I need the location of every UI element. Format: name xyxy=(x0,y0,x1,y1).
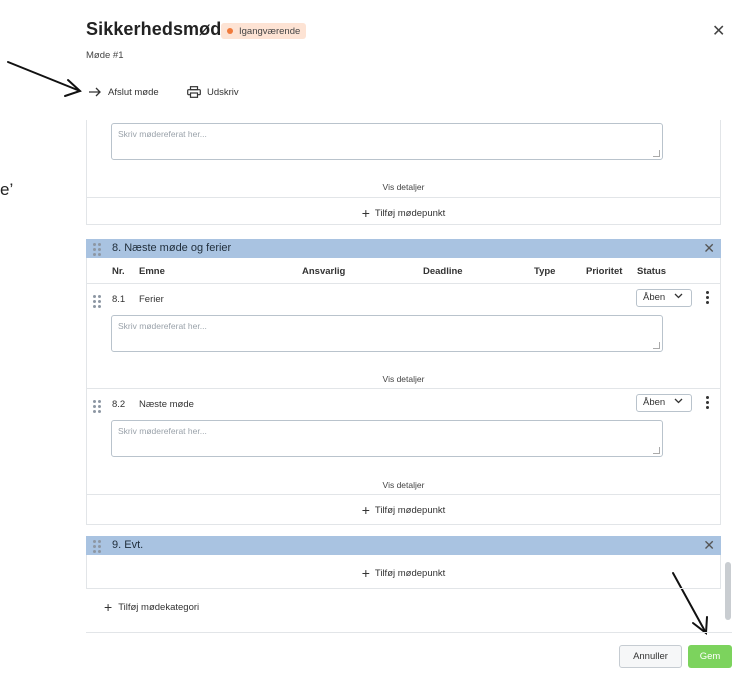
column-header-ansvarlig: Ansvarlig xyxy=(302,266,346,277)
printer-icon xyxy=(187,86,201,98)
save-button[interactable]: Gem xyxy=(688,645,732,668)
drag-handle-icon[interactable] xyxy=(93,400,101,413)
chevron-down-icon xyxy=(674,293,683,299)
status-select[interactable]: Åben xyxy=(636,394,692,412)
plus-icon: + xyxy=(361,205,370,221)
cancel-button[interactable]: Annuller xyxy=(619,645,682,668)
item-subject: Næste møde xyxy=(139,399,194,410)
status-select-value: Åben xyxy=(643,397,666,408)
divider xyxy=(86,388,721,389)
resize-handle-icon[interactable] xyxy=(653,342,660,349)
close-icon[interactable]: ✕ xyxy=(703,537,715,554)
add-item-label: Tilføj mødepunkt xyxy=(374,208,446,219)
column-header-type: Type xyxy=(534,266,556,277)
more-options-icon[interactable] xyxy=(702,291,712,305)
end-meeting-label: Afslut møde xyxy=(108,86,159,98)
plus-icon: + xyxy=(361,565,370,581)
background-text-fragment: e’ xyxy=(0,180,14,199)
notes-textarea[interactable]: Skriv mødereferat her... xyxy=(111,420,663,457)
show-details-link[interactable]: Vis detaljer xyxy=(86,480,721,490)
print-label: Udskriv xyxy=(207,86,239,98)
agenda-scroll-area[interactable]: Skriv mødereferat her... Vis detaljer + T… xyxy=(86,120,721,628)
drag-handle-icon[interactable] xyxy=(93,540,101,553)
divider xyxy=(86,197,721,198)
close-icon[interactable]: ✕ xyxy=(712,21,725,41)
arrow-right-icon xyxy=(89,87,101,97)
category-header-8[interactable]: 8. Næste møde og ferier ✕ xyxy=(86,239,721,258)
footer-divider xyxy=(86,632,732,633)
column-header-emne: Emne xyxy=(139,266,165,277)
page-title: Sikkerhedsmøde xyxy=(86,19,232,39)
column-header-deadline: Deadline xyxy=(423,266,463,277)
column-headers: Nr. Emne Ansvarlig Deadline Type Priorit… xyxy=(86,266,721,278)
add-item-label: Tilføj mødepunkt xyxy=(374,568,446,579)
status-badge: Igangværende xyxy=(221,23,307,39)
add-item-button[interactable]: + Tilføj mødepunkt xyxy=(86,205,721,221)
drag-handle-icon[interactable] xyxy=(93,295,101,308)
add-item-label: Tilføj mødepunkt xyxy=(374,505,446,516)
drag-handle-icon[interactable] xyxy=(93,243,101,256)
notes-placeholder: Skriv mødereferat her... xyxy=(118,321,207,331)
notes-placeholder: Skriv mødereferat her... xyxy=(118,426,207,436)
column-header-prioritet: Prioritet xyxy=(586,266,623,277)
status-badge-label: Igangværende xyxy=(239,25,301,37)
resize-handle-icon[interactable] xyxy=(653,447,660,454)
close-icon[interactable]: ✕ xyxy=(703,240,715,257)
resize-handle-icon[interactable] xyxy=(653,150,660,157)
notes-placeholder: Skriv mødereferat her... xyxy=(118,129,207,139)
status-select-value: Åben xyxy=(643,292,666,303)
item-subject: Ferier xyxy=(139,294,164,305)
add-item-button[interactable]: + Tilføj mødepunkt xyxy=(86,502,721,518)
annotation-arrow-end-meeting xyxy=(7,61,82,97)
print-button[interactable]: Udskriv xyxy=(187,84,239,100)
add-item-button[interactable]: + Tilføj mødepunkt xyxy=(86,565,721,581)
category-title: 9. Evt. xyxy=(112,539,144,551)
column-header-nr: Nr. xyxy=(112,266,125,277)
plus-icon: + xyxy=(361,502,370,518)
scrollbar-track[interactable] xyxy=(724,120,732,628)
scrollbar-thumb[interactable] xyxy=(725,562,731,620)
meeting-number: Møde #1 xyxy=(86,50,124,61)
item-number: 8.1 xyxy=(112,294,126,305)
divider xyxy=(86,494,721,495)
show-details-link[interactable]: Vis detaljer xyxy=(86,182,721,192)
plus-icon: + xyxy=(104,599,113,615)
add-category-label: Tilføj mødekategori xyxy=(118,602,200,613)
status-dot-icon xyxy=(227,28,233,34)
more-options-icon[interactable] xyxy=(702,396,712,410)
category-header-9[interactable]: 9. Evt. ✕ xyxy=(86,536,721,555)
table-row[interactable]: 8.1 Ferier Åben xyxy=(86,289,721,311)
add-category-button[interactable]: + Tilføj mødekategori xyxy=(104,599,199,615)
item-number: 8.2 xyxy=(112,399,126,410)
show-details-link[interactable]: Vis detaljer xyxy=(86,374,721,384)
table-row[interactable]: 8.2 Næste møde Åben xyxy=(86,394,721,416)
status-select[interactable]: Åben xyxy=(636,289,692,307)
notes-textarea[interactable]: Skriv mødereferat her... xyxy=(111,123,663,160)
column-header-status: Status xyxy=(637,266,667,277)
notes-textarea[interactable]: Skriv mødereferat her... xyxy=(111,315,663,352)
end-meeting-button[interactable]: Afslut møde xyxy=(88,84,159,100)
divider xyxy=(86,283,721,284)
category-title: 8. Næste møde og ferier xyxy=(112,242,232,254)
chevron-down-icon xyxy=(674,398,683,404)
